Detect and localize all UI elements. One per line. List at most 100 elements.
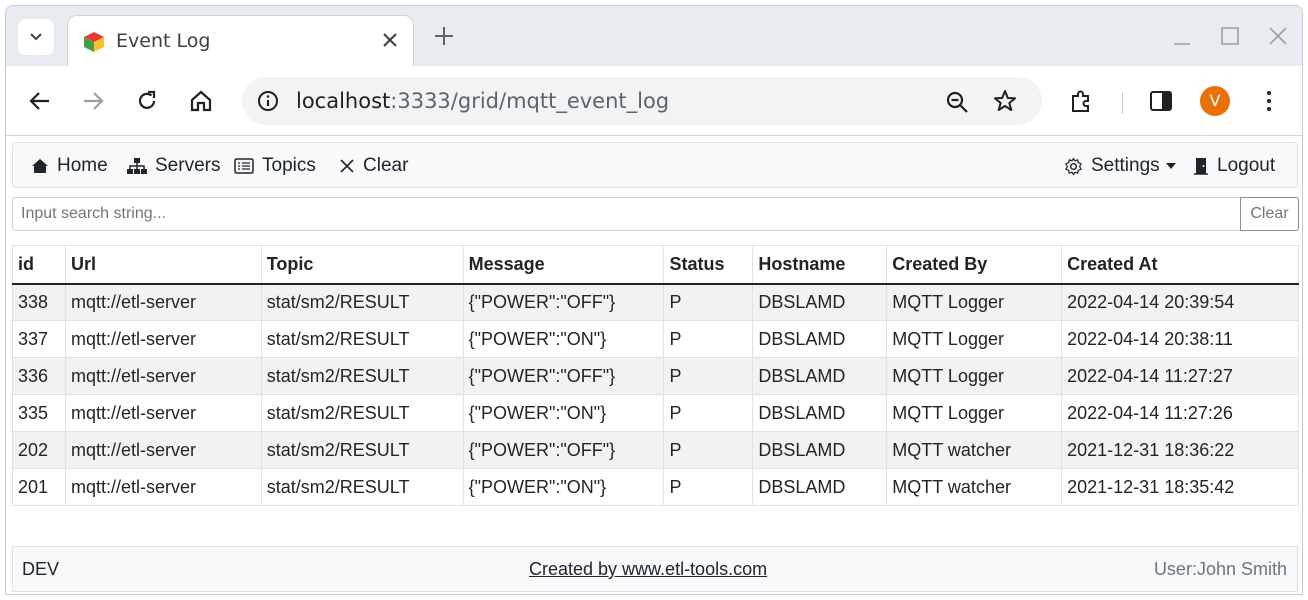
table-cell: 2021-12-31 18:36:22 [1061,431,1299,469]
column-header[interactable]: Message [462,245,665,285]
table-row[interactable]: 201 mqtt://etl-server stat/sm2/RESULT {"POW… [12,468,1299,506]
address-bar[interactable]: localhost:3333/grid/mqtt_event_log [242,77,1042,125]
nav-home[interactable]: Home [31,143,108,189]
table-cell: P [663,357,754,395]
table-cell: DBSLAMD [752,431,888,469]
nav-home-label: Home [57,155,108,176]
back-arrow-icon[interactable] [27,88,53,114]
event-log-table: id Url Topic Message Status Hostname Created B… [12,245,1299,506]
logout-label: Logout [1217,155,1276,176]
column-header[interactable]: Created At [1061,245,1299,285]
tab-strip: Event Log [6,6,1302,66]
search-row: Clear [12,197,1299,231]
column-header[interactable]: Url [64,245,262,285]
column-header[interactable]: id [12,245,66,285]
nav-clear[interactable]: Clear [339,143,408,189]
column-header[interactable]: Hostname [752,245,888,285]
table-cell: MQTT watcher [886,431,1063,469]
table-cell: MQTT Logger [886,394,1063,432]
table-cell: 2021-12-31 18:35:42 [1061,468,1299,506]
table-cell: stat/sm2/RESULT [260,431,464,469]
settings-dropdown[interactable]: Settings [1064,143,1176,189]
table-row[interactable]: 336 mqtt://etl-server stat/sm2/RESULT {"POW… [12,357,1299,395]
nav-servers[interactable]: Servers [127,143,220,189]
info-icon[interactable] [256,89,280,113]
table-cell: stat/sm2/RESULT [260,283,464,321]
url-path: :3333/grid/mqtt_event_log [390,89,670,113]
table-cell: DBSLAMD [752,283,888,321]
bookmark-star-icon[interactable] [992,88,1018,114]
search-clear-button[interactable]: Clear [1240,197,1299,231]
browser-toolbar: localhost:3333/grid/mqtt_event_log V [6,66,1302,136]
search-input[interactable] [12,197,1241,231]
table-cell: mqtt://etl-server [64,283,262,321]
extensions-puzzle-icon[interactable] [1068,88,1094,114]
table-row[interactable]: 202 mqtt://etl-server stat/sm2/RESULT {"POW… [12,431,1299,469]
column-header[interactable]: Status [663,245,754,285]
table-body: 338 mqtt://etl-server stat/sm2/RESULT {"POW… [12,283,1299,506]
sitemap-icon [127,158,147,174]
list-card-icon [234,158,254,174]
table-cell: 336 [12,357,66,395]
table-cell: P [663,468,754,506]
table-cell: 338 [12,283,66,321]
maximize-icon[interactable] [1218,24,1242,48]
table-cell: 335 [12,394,66,432]
table-cell: {"POWER":"ON"} [462,320,665,358]
table-cell: {"POWER":"OFF"} [462,357,665,395]
nav-topics[interactable]: Topics [234,143,316,189]
gear-icon [1065,157,1082,175]
table-cell: 2022-04-14 20:39:54 [1061,283,1299,321]
table-cell: {"POWER":"ON"} [462,394,665,432]
profile-avatar[interactable]: V [1200,86,1230,116]
table-cell: stat/sm2/RESULT [260,468,464,506]
forward-arrow-icon[interactable] [80,88,106,114]
logout-link[interactable]: Logout [1193,143,1275,189]
table-row[interactable]: 335 mqtt://etl-server stat/sm2/RESULT {"POW… [12,394,1299,432]
tab-event-log[interactable]: Event Log [67,15,414,66]
table-cell: P [663,431,754,469]
table-header-row: id Url Topic Message Status Hostname Created B… [12,245,1299,285]
cube-favicon-icon [84,32,104,52]
more-vertical-icon[interactable] [1256,88,1282,114]
table-cell: 2022-04-14 11:27:27 [1061,357,1299,395]
window-close-icon[interactable] [1266,24,1290,48]
table-cell: MQTT Logger [886,283,1063,321]
current-user-label: User:John Smith [1153,559,1287,579]
url-host: localhost [296,89,391,113]
table-cell: mqtt://etl-server [64,468,262,506]
table-cell: 201 [12,468,66,506]
app-footer: DEV Created by www.etl-tools.com User:Jo… [12,546,1298,592]
table-row[interactable]: 337 mqtt://etl-server stat/sm2/RESULT {"POW… [12,320,1299,358]
table-cell: mqtt://etl-server [64,431,262,469]
reload-icon[interactable] [134,88,160,114]
settings-label: Settings [1091,155,1160,176]
table-cell: stat/sm2/RESULT [260,357,464,395]
table-row[interactable]: 338 mqtt://etl-server stat/sm2/RESULT {"POW… [12,283,1299,321]
table-cell: MQTT Logger [886,357,1063,395]
tab-search-button[interactable] [18,19,54,55]
browser-window: Event Log localhost:3333/grid/mqtt_event… [5,5,1303,595]
table-cell: P [663,394,754,432]
table-cell: P [663,283,754,321]
zoom-out-icon[interactable] [944,89,970,115]
nav-topics-label: Topics [262,155,316,176]
close-icon [340,159,354,173]
table-cell: 202 [12,431,66,469]
caret-down-icon [1165,163,1176,169]
home-icon[interactable] [188,88,214,114]
nav-clear-label: Clear [363,155,409,176]
table-cell: 2022-04-14 20:38:11 [1061,320,1299,358]
table-cell: mqtt://etl-server [64,357,262,395]
url-text[interactable]: localhost:3333/grid/mqtt_event_log [296,89,669,113]
table-cell: MQTT Logger [886,320,1063,358]
column-header[interactable]: Created By [886,245,1063,285]
close-icon[interactable] [381,31,399,49]
minimize-icon[interactable] [1170,24,1194,48]
column-header[interactable]: Topic [260,245,464,285]
table-cell: stat/sm2/RESULT [260,394,464,432]
plus-icon[interactable] [431,23,457,49]
credit-link[interactable]: Created by www.etl-tools.com [529,559,767,580]
table-cell: DBSLAMD [752,357,888,395]
side-panel-icon[interactable] [1148,88,1174,114]
